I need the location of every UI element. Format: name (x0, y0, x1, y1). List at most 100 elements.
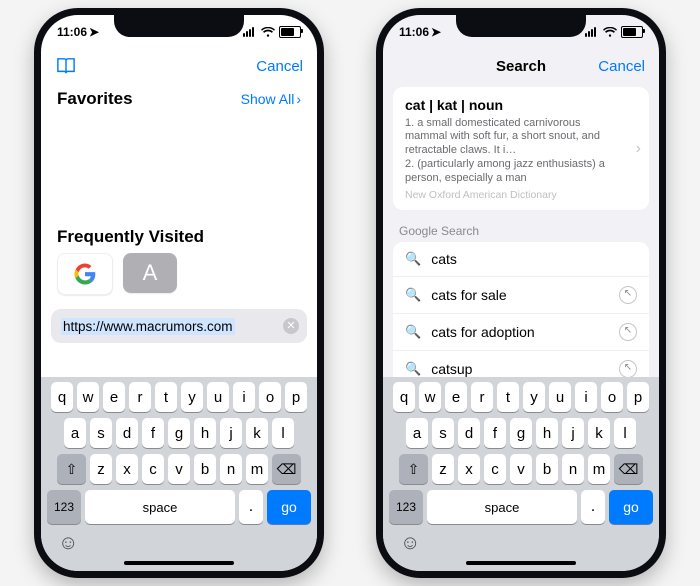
key-d[interactable]: d (458, 418, 480, 448)
url-text[interactable]: https://www.macrumors.com (61, 318, 235, 335)
search-icon: 🔍 (405, 324, 421, 340)
key-v[interactable]: v (510, 454, 532, 484)
address-bar[interactable]: https://www.macrumors.com ✕ (51, 309, 307, 343)
location-icon: ➤ (431, 25, 441, 39)
key-j[interactable]: j (220, 418, 242, 448)
key-n[interactable]: n (562, 454, 584, 484)
period-key[interactable]: . (239, 490, 263, 524)
clear-icon[interactable]: ✕ (283, 318, 299, 334)
cancel-button[interactable]: Cancel (256, 58, 303, 75)
nav-bar: Cancel (41, 49, 317, 83)
key-q[interactable]: q (51, 382, 73, 412)
backspace-key[interactable]: ⌫ (272, 454, 301, 484)
suggestion-text: cats (431, 251, 457, 267)
key-r[interactable]: r (471, 382, 493, 412)
go-key[interactable]: go (267, 490, 311, 524)
search-icon: 🔍 (405, 361, 421, 377)
key-m[interactable]: m (246, 454, 268, 484)
key-e[interactable]: e (103, 382, 125, 412)
home-indicator[interactable] (124, 561, 234, 565)
key-f[interactable]: f (142, 418, 164, 448)
key-l[interactable]: l (614, 418, 636, 448)
chevron-right-icon: › (296, 91, 301, 107)
key-p[interactable]: p (627, 382, 649, 412)
suggestion-row[interactable]: 🔍cats for sale (393, 276, 649, 313)
home-indicator[interactable] (466, 561, 576, 565)
emoji-key[interactable]: ☺ (400, 532, 420, 555)
numbers-key[interactable]: 123 (47, 490, 81, 524)
chevron-right-icon: › (636, 139, 641, 159)
key-d[interactable]: d (116, 418, 138, 448)
key-f[interactable]: f (484, 418, 506, 448)
key-s[interactable]: s (432, 418, 454, 448)
top-left-arrow-icon[interactable] (619, 286, 637, 304)
frequently-visited-title: Frequently Visited (41, 227, 317, 247)
key-a[interactable]: a (406, 418, 428, 448)
keyboard[interactable]: qwertyuiop asdfghjkl ⇧ zxcvbnm ⌫ 123 spa… (41, 377, 317, 571)
key-o[interactable]: o (259, 382, 281, 412)
key-x[interactable]: x (458, 454, 480, 484)
key-z[interactable]: z (90, 454, 112, 484)
key-o[interactable]: o (601, 382, 623, 412)
key-m[interactable]: m (588, 454, 610, 484)
key-h[interactable]: h (536, 418, 558, 448)
key-c[interactable]: c (484, 454, 506, 484)
key-w[interactable]: w (419, 382, 441, 412)
period-key[interactable]: . (581, 490, 605, 524)
key-i[interactable]: i (233, 382, 255, 412)
key-x[interactable]: x (116, 454, 138, 484)
key-g[interactable]: g (510, 418, 532, 448)
suggestion-row[interactable]: 🔍 cats (393, 242, 649, 276)
key-s[interactable]: s (90, 418, 112, 448)
shift-key[interactable]: ⇧ (57, 454, 86, 484)
suggestion-row[interactable]: 🔍cats for adoption (393, 313, 649, 350)
key-j[interactable]: j (562, 418, 584, 448)
keyboard[interactable]: qwertyuiop asdfghjkl ⇧ zxcvbnm ⌫ 123 spa… (383, 377, 659, 571)
key-h[interactable]: h (194, 418, 216, 448)
key-e[interactable]: e (445, 382, 467, 412)
bookmarks-icon[interactable] (55, 57, 77, 75)
wifi-icon (261, 27, 275, 38)
key-r[interactable]: r (129, 382, 151, 412)
key-w[interactable]: w (77, 382, 99, 412)
numbers-key[interactable]: 123 (389, 490, 423, 524)
emoji-key[interactable]: ☺ (58, 532, 78, 555)
go-key[interactable]: go (609, 490, 653, 524)
space-key[interactable]: space (427, 490, 577, 524)
key-l[interactable]: l (272, 418, 294, 448)
key-c[interactable]: c (142, 454, 164, 484)
key-t[interactable]: t (497, 382, 519, 412)
key-v[interactable]: v (168, 454, 190, 484)
key-b[interactable]: b (536, 454, 558, 484)
key-t[interactable]: t (155, 382, 177, 412)
top-left-arrow-icon[interactable] (619, 360, 637, 378)
dictionary-card[interactable]: cat | kat | noun 1. a small domesticated… (393, 87, 649, 210)
key-u[interactable]: u (207, 382, 229, 412)
phone-left: 11:06➤ Cancel Favorites Show All› (34, 8, 324, 578)
key-p[interactable]: p (285, 382, 307, 412)
key-y[interactable]: y (181, 382, 203, 412)
clock: 11:06 (57, 25, 87, 39)
key-q[interactable]: q (393, 382, 415, 412)
show-all-button[interactable]: Show All› (241, 91, 301, 107)
cancel-button[interactable]: Cancel (598, 58, 645, 75)
key-k[interactable]: k (588, 418, 610, 448)
key-b[interactable]: b (194, 454, 216, 484)
key-k[interactable]: k (246, 418, 268, 448)
key-n[interactable]: n (220, 454, 242, 484)
key-u[interactable]: u (549, 382, 571, 412)
shift-key[interactable]: ⇧ (399, 454, 428, 484)
freq-tile-a[interactable]: A (123, 253, 177, 293)
key-g[interactable]: g (168, 418, 190, 448)
search-icon: 🔍 (405, 251, 421, 267)
backspace-key[interactable]: ⌫ (614, 454, 643, 484)
space-key[interactable]: space (85, 490, 235, 524)
key-a[interactable]: a (64, 418, 86, 448)
key-y[interactable]: y (523, 382, 545, 412)
freq-tile-google[interactable] (57, 253, 113, 295)
key-i[interactable]: i (575, 382, 597, 412)
signal-icon (585, 27, 599, 37)
key-z[interactable]: z (432, 454, 454, 484)
favorites-title: Favorites (57, 89, 133, 109)
top-left-arrow-icon[interactable] (619, 323, 637, 341)
